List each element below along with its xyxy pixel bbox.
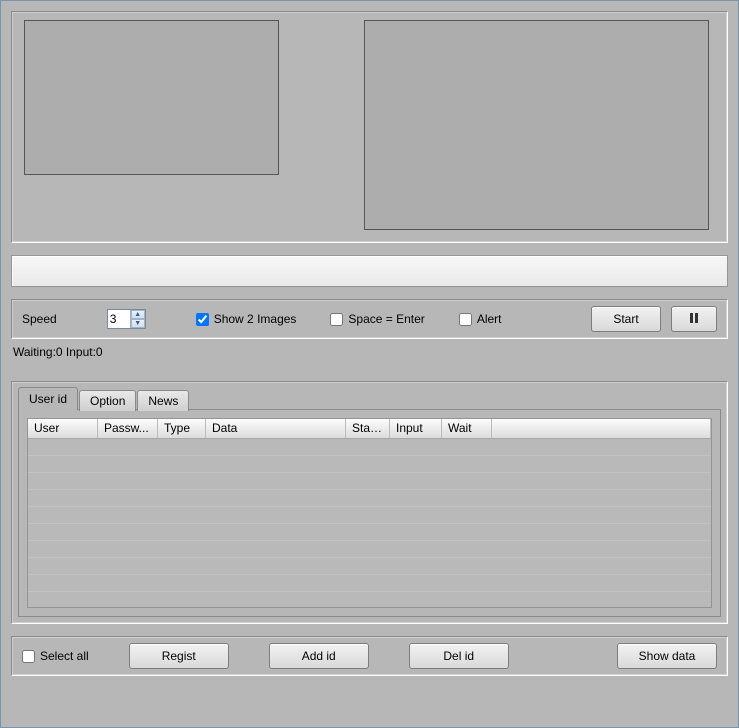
list-row[interactable] <box>28 473 711 490</box>
select-all-label: Select all <box>40 649 89 663</box>
bottom-bar: Select all Regist Add id Del id Show dat… <box>11 636 728 676</box>
pause-button[interactable] <box>671 306 717 332</box>
tab-news[interactable]: News <box>137 390 189 411</box>
space-enter-label: Space = Enter <box>348 312 424 326</box>
select-all-checkbox[interactable]: Select all <box>22 649 89 663</box>
tab-user-id[interactable]: User id <box>18 387 78 410</box>
column-type[interactable]: Type <box>158 419 206 438</box>
tab-strip: User idOptionNews <box>18 388 721 410</box>
app-root: Speed ▲ ▼ Show 2 Images Space = Enter Al… <box>1 1 738 727</box>
space-enter-checkbox[interactable]: Space = Enter <box>330 312 424 326</box>
column-user[interactable]: User <box>28 419 98 438</box>
image-box-right <box>364 20 709 230</box>
column-wait[interactable]: Wait <box>442 419 492 438</box>
user-listview[interactable]: UserPassw...TypeDataStat...InputWait <box>27 418 712 608</box>
speed-up-button[interactable]: ▲ <box>131 310 145 319</box>
listview-body <box>28 439 711 607</box>
speed-input[interactable] <box>108 310 130 328</box>
show-two-images-label: Show 2 Images <box>214 312 297 326</box>
image-preview-group <box>11 11 728 243</box>
speed-down-button[interactable]: ▼ <box>131 319 145 328</box>
image-box-left <box>24 20 279 175</box>
list-row[interactable] <box>28 490 711 507</box>
show-two-images-checkbox[interactable]: Show 2 Images <box>196 312 297 326</box>
tab-body-userid: UserPassw...TypeDataStat...InputWait <box>18 409 721 617</box>
regist-button[interactable]: Regist <box>129 643 229 669</box>
speed-label: Speed <box>22 312 57 326</box>
tab-option[interactable]: Option <box>79 390 136 411</box>
column-input[interactable]: Input <box>390 419 442 438</box>
list-row[interactable] <box>28 439 711 456</box>
list-row[interactable] <box>28 456 711 473</box>
status-text: Waiting:0 Input:0 <box>13 345 728 359</box>
show-data-button[interactable]: Show data <box>617 643 717 669</box>
column-stat[interactable]: Stat... <box>346 419 390 438</box>
alert-label: Alert <box>477 312 502 326</box>
controls-row: Speed ▲ ▼ Show 2 Images Space = Enter Al… <box>11 299 728 339</box>
column-data[interactable]: Data <box>206 419 346 438</box>
list-row[interactable] <box>28 558 711 575</box>
list-row[interactable] <box>28 507 711 524</box>
column-filler <box>492 419 711 438</box>
captcha-input[interactable] <box>11 255 728 287</box>
del-id-button[interactable]: Del id <box>409 643 509 669</box>
listview-header: UserPassw...TypeDataStat...InputWait <box>28 419 711 439</box>
start-button[interactable]: Start <box>591 306 661 332</box>
tabs-panel: User idOptionNews UserPassw...TypeDataSt… <box>11 381 728 624</box>
list-row[interactable] <box>28 575 711 592</box>
list-row[interactable] <box>28 541 711 558</box>
alert-checkbox[interactable]: Alert <box>459 312 502 326</box>
column-passw[interactable]: Passw... <box>98 419 158 438</box>
add-id-button[interactable]: Add id <box>269 643 369 669</box>
pause-icon <box>690 313 698 323</box>
speed-spinner[interactable]: ▲ ▼ <box>107 309 146 329</box>
list-row[interactable] <box>28 524 711 541</box>
